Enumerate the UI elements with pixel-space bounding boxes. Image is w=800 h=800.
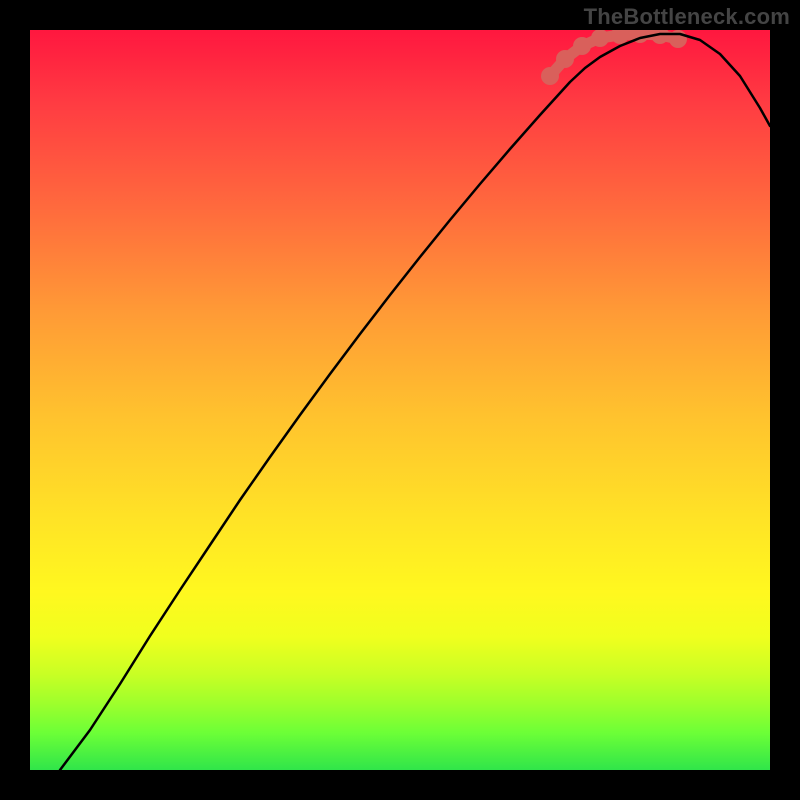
highlight-dot bbox=[556, 50, 574, 68]
chart-svg bbox=[30, 30, 770, 770]
highlight-dots bbox=[541, 30, 687, 85]
highlight-dot bbox=[669, 30, 687, 48]
highlight-dot bbox=[611, 30, 629, 44]
highlight-dot bbox=[541, 67, 559, 85]
watermark-text: TheBottleneck.com bbox=[584, 4, 790, 30]
plot-area bbox=[30, 30, 770, 770]
main-curve bbox=[60, 34, 770, 770]
highlight-polyline bbox=[541, 30, 687, 85]
highlight-dot bbox=[573, 37, 591, 55]
figure-root: TheBottleneck.com bbox=[0, 0, 800, 800]
